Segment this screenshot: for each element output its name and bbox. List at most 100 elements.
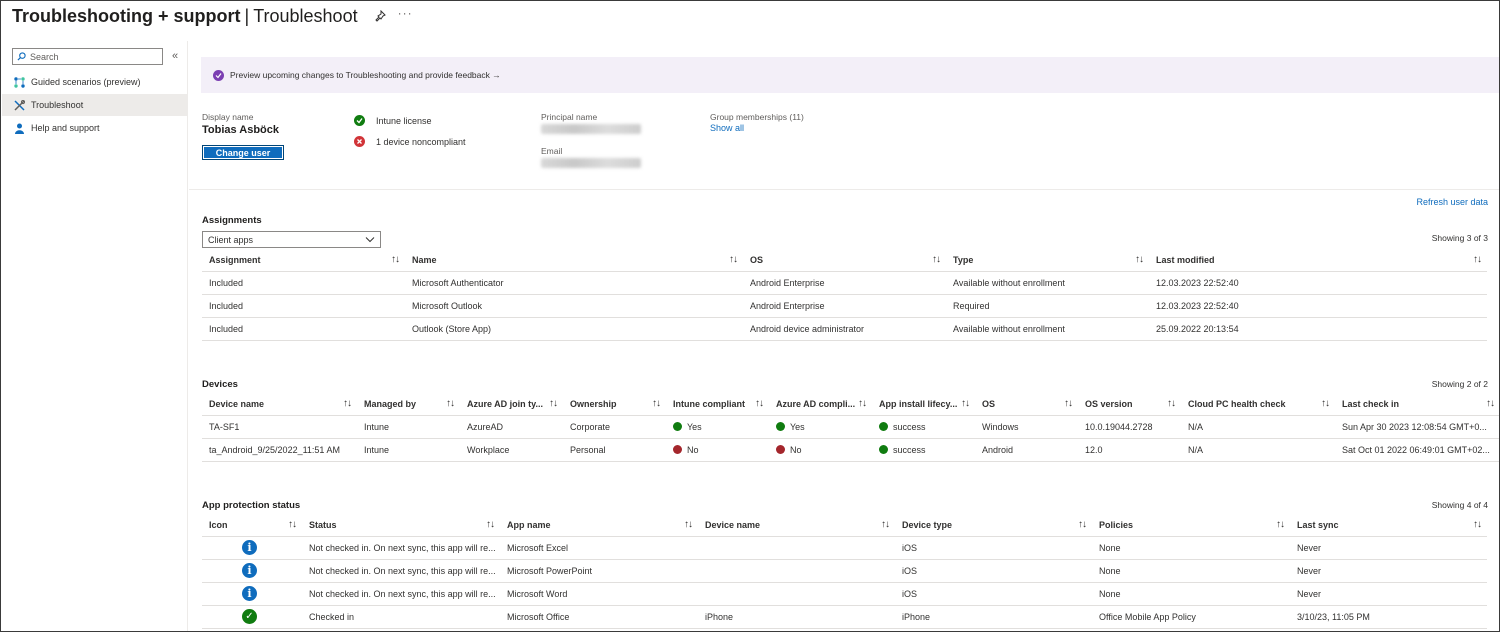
column-header[interactable]: Ownership ↑↓ [563,393,666,416]
chevron-down-icon [365,237,375,243]
error-circle-icon [354,136,365,147]
sort-icon[interactable]: ↑↓ [932,254,941,265]
banner-text: Preview upcoming changes to Troubleshoot… [230,70,501,80]
email-label: Email [541,146,563,156]
compliance-status: 1 device noncompliant [354,136,466,147]
sort-icon[interactable]: ↑↓ [1473,519,1482,530]
group-memberships-label: Group memberships (11) [710,112,804,122]
sort-icon[interactable]: ↑↓ [729,254,738,265]
column-header[interactable]: Device type ↑↓ [895,514,1092,537]
title-separator: | [244,5,250,26]
sort-icon[interactable]: ↑↓ [549,398,558,409]
column-header[interactable]: Cloud PC health check ↑↓ [1181,393,1335,416]
check-circle-icon [776,421,785,431]
sort-icon[interactable]: ↑↓ [684,519,693,530]
column-header[interactable]: OS version ↑↓ [1078,393,1181,416]
check-circle-icon [673,421,682,431]
sort-icon[interactable]: ↑↓ [1078,519,1087,530]
column-header[interactable]: Name ↑↓ [405,249,743,272]
column-header[interactable]: App install lifecy... ↑↓ [872,393,975,416]
page-subtitle: Troubleshoot [253,5,358,26]
table-row[interactable]: Included Microsoft Outlook Android Enterpr… [202,294,1487,318]
sort-icon[interactable]: ↑↓ [391,254,400,265]
column-header[interactable]: OS ↑↓ [975,393,1078,416]
check-circle-icon [879,421,888,431]
sort-icon[interactable]: ↑↓ [1473,254,1482,265]
license-status-text: Intune license [376,115,432,126]
sort-icon[interactable]: ↑↓ [652,398,661,409]
sidebar-item-help-support[interactable]: Help and support [2,117,188,139]
more-options-icon[interactable]: ··· [398,6,413,20]
column-header[interactable]: Azure AD compli... ↑↓ [769,393,872,416]
column-header[interactable]: Icon ↑↓ [202,514,302,537]
column-header[interactable]: Azure AD join ty... ↑↓ [460,393,563,416]
app-protection-table: Icon ↑↓ Status ↑↓ App name ↑↓ Device name ↑↓… [202,514,1487,629]
column-header[interactable]: Type ↑↓ [946,249,1149,272]
table-row[interactable]: ta_Android_9/25/2022_11:51 AM Intune Workp… [202,438,1499,462]
table-row[interactable]: Included Outlook (Store App) Android devic… [202,317,1487,341]
sort-icon[interactable]: ↑↓ [343,398,352,409]
sort-icon[interactable]: ↑↓ [486,519,495,530]
show-all-link[interactable]: Show all [710,123,744,133]
compliance-status-text: 1 device noncompliant [376,136,466,147]
sort-icon[interactable]: ↑↓ [1486,398,1495,409]
sort-icon[interactable]: ↑↓ [1064,398,1073,409]
table-row[interactable]: i Not checked in. On next sync, this app… [202,559,1487,583]
column-header[interactable]: Managed by ↑↓ [357,393,460,416]
troubleshoot-icon [13,99,25,111]
sort-icon[interactable]: ↑↓ [1321,398,1330,409]
assignments-count: Showing 3 of 3 [1431,233,1488,243]
devices-count: Showing 2 of 2 [1431,379,1488,389]
table-row[interactable]: Included Microsoft Authenticator Android E… [202,271,1487,295]
sort-icon[interactable]: ↑↓ [961,398,970,409]
check-circle-icon: ✓ [242,609,257,624]
info-icon: i [242,540,257,555]
column-header[interactable]: OS ↑↓ [743,249,946,272]
table-row[interactable]: TA-SF1 Intune AzureAD Corporate Yes Yes suc… [202,415,1499,439]
table-row[interactable]: ✓ Checked in Microsoft Office iPhone iPhone… [202,605,1487,629]
column-header[interactable]: Device name ↑↓ [698,514,895,537]
column-header[interactable]: Intune compliant ↑↓ [666,393,769,416]
column-header[interactable]: Last check in ↑↓ [1335,393,1499,416]
guided-scenarios-icon [13,76,25,88]
table-row[interactable]: i Not checked in. On next sync, this app… [202,536,1487,560]
column-header[interactable]: Status ↑↓ [302,514,500,537]
preview-icon [213,69,224,81]
column-header[interactable]: Assignment ↑↓ [202,249,405,272]
email-redacted [541,158,641,168]
principal-name-label: Principal name [541,112,598,122]
sidebar: Search « Guided scenarios (preview) Trou… [2,41,188,631]
assignments-table: Assignment ↑↓ Name ↑↓ OS ↑↓ Type ↑↓ Last mod… [202,249,1487,341]
main-content: Preview upcoming changes to Troubleshoot… [189,41,1499,631]
sort-icon[interactable]: ↑↓ [446,398,455,409]
info-icon: i [242,586,257,601]
table-row[interactable]: i Not checked in. On next sync, this app… [202,582,1487,606]
sort-icon[interactable]: ↑↓ [1167,398,1176,409]
search-input[interactable]: Search [12,48,163,65]
app-protection-title: App protection status [202,500,301,511]
column-header[interactable]: Policies ↑↓ [1092,514,1290,537]
collapse-sidebar-icon[interactable]: « [172,50,178,62]
sort-icon[interactable]: ↑↓ [881,519,890,530]
sidebar-item-troubleshoot[interactable]: Troubleshoot [2,94,188,116]
change-user-button[interactable]: Change user [202,145,284,160]
pin-icon[interactable] [374,10,386,22]
preview-banner[interactable]: Preview upcoming changes to Troubleshoot… [201,57,1499,93]
assignments-title: Assignments [202,215,262,226]
column-header[interactable]: Last sync ↑↓ [1290,514,1487,537]
refresh-user-data-link[interactable]: Refresh user data [1416,197,1488,207]
column-header[interactable]: App name ↑↓ [500,514,698,537]
column-header[interactable]: Last modified ↑↓ [1149,249,1487,272]
sort-icon[interactable]: ↑↓ [755,398,764,409]
sort-icon[interactable]: ↑↓ [858,398,867,409]
sort-icon[interactable]: ↑↓ [1135,254,1144,265]
license-status: Intune license [354,115,432,126]
sidebar-item-guided-scenarios[interactable]: Guided scenarios (preview) [2,71,188,93]
error-circle-icon [776,444,785,454]
table-header-row: Assignment ↑↓ Name ↑↓ OS ↑↓ Type ↑↓ Last mod… [202,249,1487,272]
assignments-filter-dropdown[interactable]: Client apps [202,231,381,248]
sort-icon[interactable]: ↑↓ [288,519,297,530]
sort-icon[interactable]: ↑↓ [1276,519,1285,530]
column-header[interactable]: Device name ↑↓ [202,393,357,416]
divider [189,189,1499,190]
